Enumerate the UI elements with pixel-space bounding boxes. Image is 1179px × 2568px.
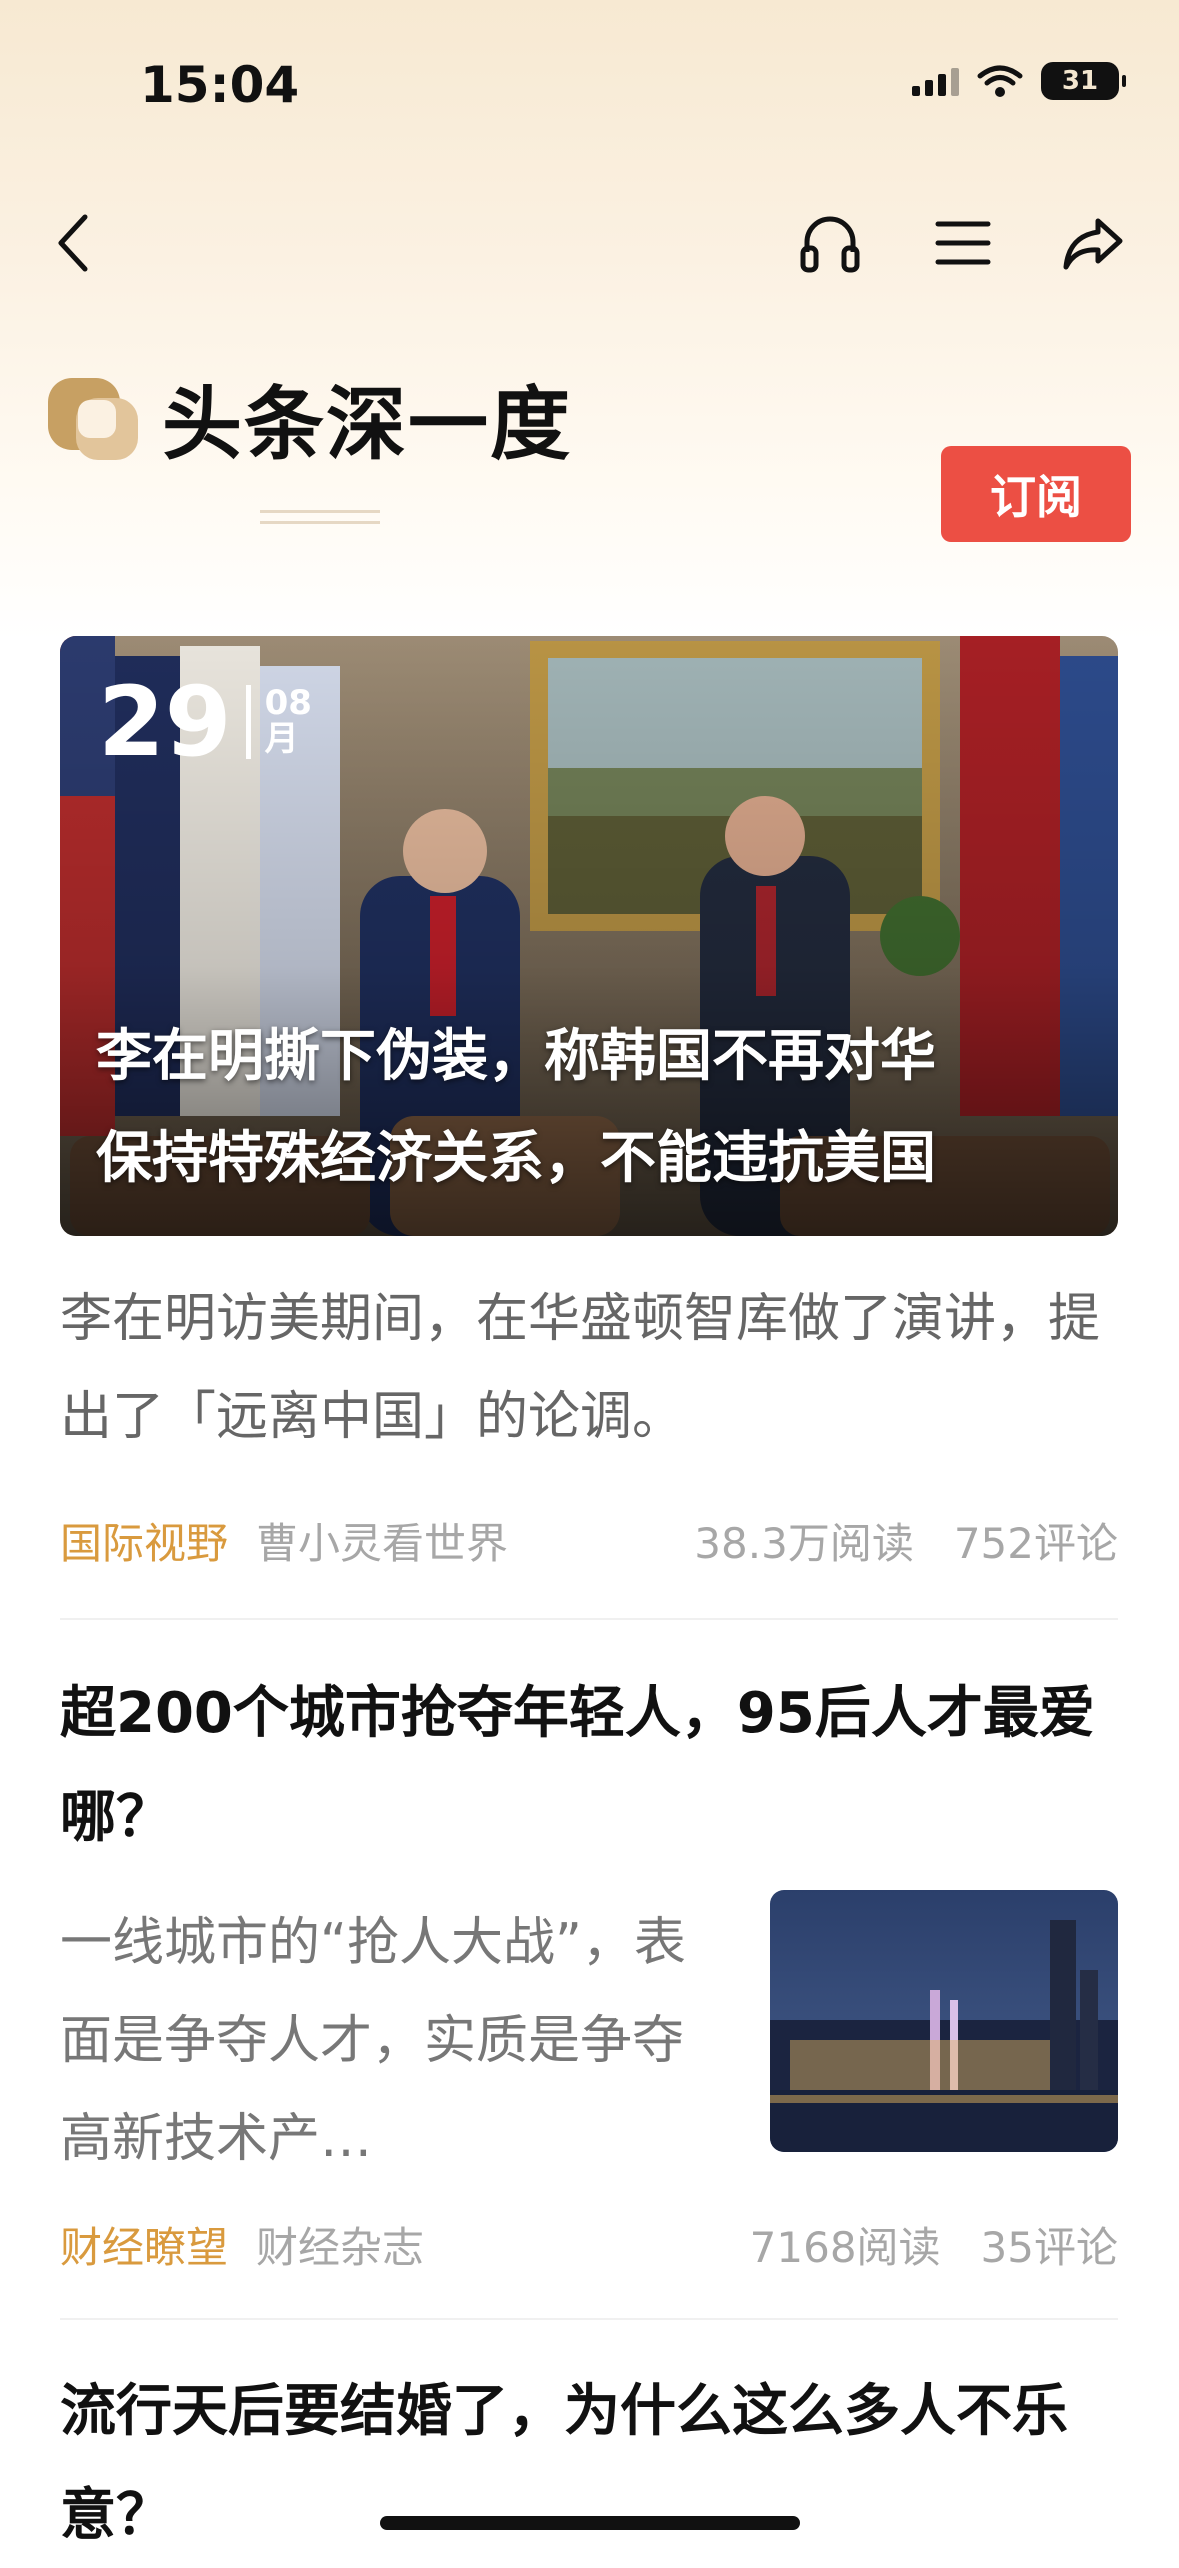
- signal-icon: [912, 66, 959, 96]
- article-title[interactable]: 流行天后要结婚了，为什么这么多人不乐意？: [60, 2360, 1120, 2568]
- date-month-unit: 月: [264, 719, 299, 759]
- hero-title: 李在明撕下伪装，称韩国不再对华 保持特殊经济关系，不能违抗美国: [96, 1006, 1096, 1210]
- brand-header: 头条深一度: [46, 360, 572, 476]
- brand-logo-icon: [48, 378, 138, 460]
- divider: [60, 2318, 1118, 2320]
- headphones-icon[interactable]: [795, 208, 865, 278]
- status-time: 15:04: [140, 56, 300, 114]
- date-day: 29: [98, 666, 232, 778]
- hero-title-line2: 保持特殊经济关系，不能违抗美国: [96, 1126, 936, 1191]
- article-title[interactable]: 超200个城市抢夺年轻人，95后人才最爱哪？: [60, 1662, 1120, 1870]
- date-month-number: 08: [264, 683, 312, 724]
- hero-title-line1: 李在明撕下伪装，称韩国不再对华: [96, 1024, 936, 1089]
- back-icon[interactable]: [38, 208, 108, 278]
- article-category[interactable]: 财经瞭望: [60, 2214, 228, 2275]
- article-thumbnail[interactable]: [770, 1890, 1118, 2152]
- article-meta: 财经瞭望 财经杂志 7168阅读 35评论: [60, 2214, 1118, 2275]
- brand-decoration: [260, 510, 380, 532]
- wifi-icon: [977, 65, 1023, 97]
- city-night-image: [770, 1890, 1118, 2152]
- hero-article-card[interactable]: 29 08 月 李在明撕下伪装，称韩国不再对华 保持特殊经济关系，不能违抗美国: [60, 636, 1118, 1236]
- date-separator: [245, 685, 251, 759]
- article-author[interactable]: 财经杂志: [256, 2214, 424, 2275]
- article-comments: 752评论: [953, 1519, 1118, 1568]
- subscribe-button[interactable]: 订阅: [941, 446, 1131, 542]
- status-icons: 31: [912, 62, 1126, 100]
- home-indicator[interactable]: [380, 2516, 800, 2530]
- article-comments: 35评论: [980, 2223, 1118, 2272]
- brand-title: 头条深一度: [162, 378, 572, 471]
- hero-date: 29 08 月: [98, 674, 312, 770]
- article-meta: 国际视野 曹小灵看世界 38.3万阅读 752评论: [60, 1510, 1118, 1571]
- article-summary: 一线城市的“抢人大战”，表面是争夺人才，实质是争夺高新技术产…: [60, 1913, 686, 2169]
- date-month: 08 月: [265, 686, 312, 757]
- divider: [60, 1618, 1118, 1620]
- share-icon[interactable]: [1058, 208, 1128, 278]
- menu-icon[interactable]: [928, 208, 998, 278]
- article-summary: 李在明访美期间，在华盛顿智库做了演讲，提出了「远离中国」的论调。: [60, 1289, 1101, 1447]
- article-category[interactable]: 国际视野: [60, 1510, 228, 1571]
- battery-icon: 31: [1041, 62, 1126, 100]
- article-reads: 38.3万阅读: [694, 1519, 914, 1568]
- article-reads: 7168阅读: [749, 2223, 941, 2272]
- article-author[interactable]: 曹小灵看世界: [256, 1510, 508, 1571]
